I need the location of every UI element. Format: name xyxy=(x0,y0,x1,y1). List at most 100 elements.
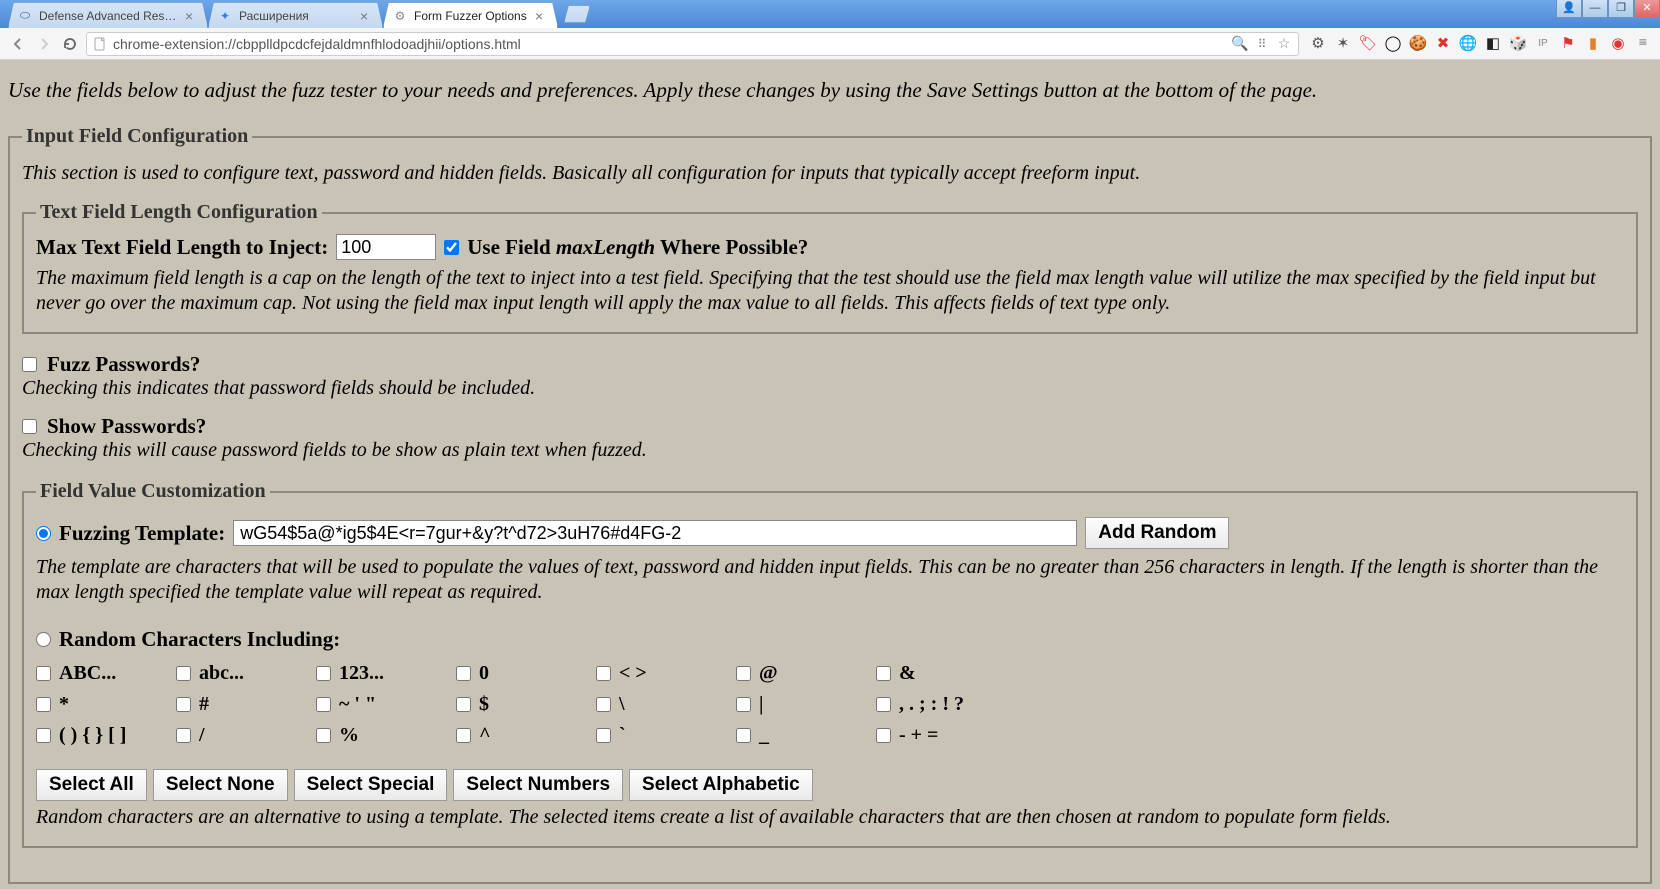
new-tab-button[interactable] xyxy=(564,5,590,23)
char-label: abc... xyxy=(199,662,244,685)
char-cell: $ xyxy=(456,693,596,716)
char-checkbox[interactable] xyxy=(736,666,751,681)
ext-icon-misc[interactable]: ◉ xyxy=(1609,35,1627,53)
back-button[interactable] xyxy=(8,34,28,54)
fieldset-input-config: Input Field Configuration This section i… xyxy=(8,125,1652,884)
char-label: ` xyxy=(619,724,626,747)
gear-icon[interactable]: ⚙ xyxy=(1309,35,1327,53)
close-icon[interactable]: × xyxy=(360,10,372,22)
tab-extensions[interactable]: ✦ Расширения × xyxy=(208,2,383,28)
char-checkbox[interactable] xyxy=(36,666,51,681)
char-checkbox[interactable] xyxy=(176,697,191,712)
char-checkbox[interactable] xyxy=(596,697,611,712)
max-length-help: The maximum field length is a cap on the… xyxy=(36,266,1624,316)
char-cell: # xyxy=(176,693,316,716)
char-label: _ xyxy=(759,724,769,747)
ext-icon-globe[interactable]: 🌐 xyxy=(1459,35,1477,53)
char-checkbox[interactable] xyxy=(456,728,471,743)
browser-chrome: ⬭ Defense Advanced Resear × ✦ Расширения… xyxy=(0,0,1660,60)
char-label: & xyxy=(899,662,916,685)
tab-defense[interactable]: ⬭ Defense Advanced Resear × xyxy=(8,2,208,28)
fuzzing-template-label: Fuzzing Template: xyxy=(59,521,225,546)
char-cell: ( ) { } [ ] xyxy=(36,724,176,747)
select-special-button[interactable]: Select Special xyxy=(294,769,448,801)
random-chars-label: Random Characters Including: xyxy=(59,627,340,652)
fuzz-passwords-checkbox[interactable] xyxy=(22,357,37,372)
char-cell: 123... xyxy=(316,662,456,685)
show-passwords-checkbox[interactable] xyxy=(22,419,37,434)
ext-icon-x[interactable]: ✖ xyxy=(1434,35,1452,53)
bookmark-icon[interactable]: ☆ xyxy=(1276,36,1292,52)
select-alpha-button[interactable]: Select Alphabetic xyxy=(629,769,813,801)
use-maxlength-checkbox[interactable] xyxy=(444,240,459,255)
close-window-button[interactable]: ✕ xyxy=(1634,0,1660,18)
reload-button[interactable] xyxy=(60,34,80,54)
ext-icon-cookie[interactable]: 🍪 xyxy=(1409,35,1427,53)
window-controls: 👤 — ❐ ✕ xyxy=(1556,0,1660,18)
char-label: \ xyxy=(619,693,625,716)
maximize-button[interactable]: ❐ xyxy=(1608,0,1634,18)
translate-icon[interactable]: ⠿ xyxy=(1254,36,1270,52)
ext-icon-dark[interactable]: ◧ xyxy=(1484,35,1502,53)
ext-icon-orange[interactable]: ▮ xyxy=(1584,35,1602,53)
ext-icon-red[interactable]: ⚑ xyxy=(1559,35,1577,53)
select-none-button[interactable]: Select None xyxy=(153,769,288,801)
char-checkbox[interactable] xyxy=(176,666,191,681)
menu-icon[interactable]: ≡ xyxy=(1634,35,1652,53)
select-numbers-button[interactable]: Select Numbers xyxy=(453,769,623,801)
address-bar[interactable]: chrome-extension://cbpplldpcdcfejdaldmnf… xyxy=(86,32,1299,56)
fuzz-passwords-desc: Checking this indicates that password fi… xyxy=(22,377,1638,400)
char-checkbox[interactable] xyxy=(736,697,751,712)
char-checkbox[interactable] xyxy=(736,728,751,743)
intro-text: Use the fields below to adjust the fuzz … xyxy=(8,78,1652,103)
char-label: 0 xyxy=(479,662,489,685)
char-checkbox[interactable] xyxy=(316,697,331,712)
add-random-button[interactable]: Add Random xyxy=(1085,517,1229,549)
legend-text-length: Text Field Length Configuration xyxy=(36,201,322,224)
tab-title: Defense Advanced Resear xyxy=(39,9,179,23)
random-chars-help: Random characters are an alternative to … xyxy=(36,805,1624,830)
char-checkbox[interactable] xyxy=(316,666,331,681)
char-checkbox[interactable] xyxy=(876,728,891,743)
char-checkbox[interactable] xyxy=(456,697,471,712)
ext-icon-ip[interactable]: IP xyxy=(1534,35,1552,53)
max-length-input[interactable] xyxy=(336,234,436,260)
forward-button[interactable] xyxy=(34,34,54,54)
minimize-button[interactable]: — xyxy=(1582,0,1608,18)
zoom-icon[interactable]: 🔍 xyxy=(1232,36,1248,52)
favicon-extensions: ✦ xyxy=(217,8,233,24)
ext-icon-circle[interactable]: ◯ xyxy=(1384,35,1402,53)
char-label: ( ) { } [ ] xyxy=(59,724,126,747)
use-maxlength-italic: maxLength xyxy=(556,235,655,259)
fuzzing-template-input[interactable] xyxy=(233,520,1077,546)
close-icon[interactable]: × xyxy=(185,10,197,22)
max-length-label: Max Text Field Length to Inject: xyxy=(36,235,328,260)
random-chars-radio[interactable] xyxy=(36,632,51,647)
tab-form-fuzzer-options[interactable]: ⚙ Form Fuzzer Options × xyxy=(383,2,558,28)
select-all-button[interactable]: Select All xyxy=(36,769,147,801)
char-checkbox[interactable] xyxy=(876,697,891,712)
char-label: $ xyxy=(479,693,489,716)
ext-icon-1[interactable]: ✶ xyxy=(1334,35,1352,53)
char-cell: @ xyxy=(736,662,876,685)
ext-icon-2[interactable]: 🏷 xyxy=(1359,35,1377,53)
fuzz-passwords-label: Fuzz Passwords? xyxy=(47,352,200,377)
ext-icon-dice[interactable]: 🎲 xyxy=(1509,35,1527,53)
char-checkbox[interactable] xyxy=(456,666,471,681)
extension-icons: ⚙ ✶ 🏷 ◯ 🍪 ✖ 🌐 ◧ 🎲 IP ⚑ ▮ ◉ ≡ xyxy=(1305,35,1652,53)
fuzzing-template-radio[interactable] xyxy=(36,526,51,541)
url-text: chrome-extension://cbpplldpcdcfejdaldmnf… xyxy=(113,36,1226,52)
char-checkbox[interactable] xyxy=(596,666,611,681)
char-cell: | xyxy=(736,693,876,716)
char-label: % xyxy=(339,724,359,747)
char-checkbox[interactable] xyxy=(36,697,51,712)
char-checkbox[interactable] xyxy=(316,728,331,743)
char-checkbox[interactable] xyxy=(876,666,891,681)
char-checkbox[interactable] xyxy=(596,728,611,743)
close-icon[interactable]: × xyxy=(535,10,547,22)
char-checkbox[interactable] xyxy=(176,728,191,743)
char-checkbox[interactable] xyxy=(36,728,51,743)
char-label: ^ xyxy=(479,724,491,747)
char-label: < > xyxy=(619,662,647,685)
user-icon[interactable]: 👤 xyxy=(1556,0,1582,18)
